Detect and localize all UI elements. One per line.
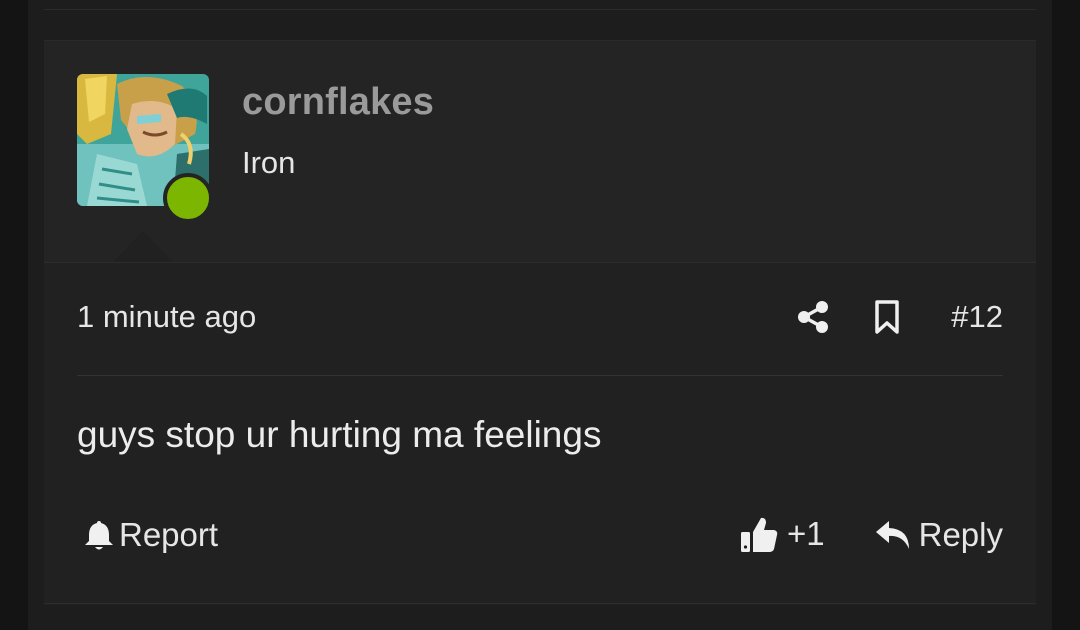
share-icon[interactable] xyxy=(796,300,830,334)
top-divider xyxy=(44,9,1036,10)
like-button[interactable]: +1 xyxy=(739,514,825,554)
bottom-divider xyxy=(44,603,1036,604)
forum-post: cornflakes Iron 1 minute ago #12 guys st… xyxy=(44,40,1036,605)
post-timestamp[interactable]: 1 minute ago xyxy=(77,299,256,335)
reply-arrow-icon xyxy=(875,521,909,549)
reply-button[interactable]: Reply xyxy=(875,516,1003,554)
report-label: Report xyxy=(119,516,219,553)
bookmark-icon[interactable] xyxy=(872,299,902,335)
bell-icon xyxy=(85,521,113,550)
post-user-header: cornflakes Iron xyxy=(44,41,1036,263)
post-actions: Report +1 Reply xyxy=(77,511,1003,561)
header-pointer-arrow xyxy=(113,231,173,262)
user-title: Iron xyxy=(242,145,296,180)
like-count: +1 xyxy=(787,515,825,552)
online-status-indicator xyxy=(163,173,213,223)
meta-divider xyxy=(77,375,1003,376)
username[interactable]: cornflakes xyxy=(242,81,434,124)
post-number-link[interactable]: #12 xyxy=(951,299,1003,335)
thumbs-up-icon xyxy=(741,517,778,552)
post-meta-row: 1 minute ago #12 xyxy=(77,291,1003,343)
report-button[interactable]: Report xyxy=(83,516,218,554)
reply-label: Reply xyxy=(918,516,1003,553)
post-message: guys stop ur hurting ma feelings xyxy=(77,414,602,455)
